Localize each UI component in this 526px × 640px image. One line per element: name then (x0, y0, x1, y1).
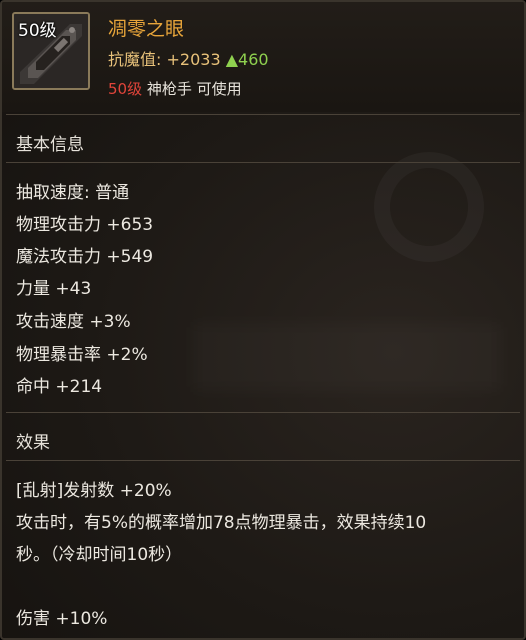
background-blur-decoration (192, 322, 502, 392)
effects-title: 效果 (16, 433, 50, 453)
effects-divider (6, 460, 520, 461)
required-level: 50级 (108, 80, 143, 98)
magic-resist-line: 抗魔值: +2033 ▲460 (108, 46, 269, 70)
effect-line-crit-proc: 攻击时，有5%的概率增加78点物理暴击，效果持续10 (16, 513, 427, 533)
basic-info-title: 基本信息 (16, 135, 84, 155)
attribute-accuracy: 命中 +214 (16, 377, 103, 397)
requirement-line: 50级 神枪手 可使用 (108, 78, 242, 99)
effect-line-crit-proc-cont: 秒。（冷却时间10秒） (16, 545, 183, 565)
attribute-physical-attack: 物理攻击力 +653 (16, 215, 154, 235)
attribute-physical-crit: 物理暴击率 +2% (16, 345, 148, 365)
attribute-attack-speed: 攻击速度 +3% (16, 312, 131, 332)
effect-line-damage: 伤害 +10% (16, 609, 108, 629)
magic-resist-value: +2033 (166, 50, 221, 69)
magic-resist-increase: ▲460 (225, 50, 269, 69)
effects-top-divider (6, 412, 520, 413)
effect-line-scatter: [乱射]发射数 +20% (16, 481, 172, 501)
attribute-strength: 力量 +43 (16, 279, 92, 299)
header-divider (6, 114, 520, 115)
attribute-magic-attack: 魔法攻击力 +549 (16, 247, 154, 267)
background-ring-decoration (374, 152, 484, 262)
basic-info-divider (6, 162, 520, 163)
tooltip-header: 50级 凋零之眼 抗魔值: +2033 ▲460 50级 神枪手 可使用 (2, 2, 524, 112)
item-name: 凋零之眼 (108, 18, 185, 40)
class-requirement: 神枪手 可使用 (146, 80, 242, 98)
attribute-draw-speed: 抽取速度: 普通 (16, 183, 130, 203)
item-level-badge: 50级 (18, 21, 57, 41)
item-icon-slot[interactable]: 50级 (12, 12, 90, 90)
magic-resist-label: 抗魔值: (108, 50, 162, 69)
item-tooltip: 50级 凋零之眼 抗魔值: +2033 ▲460 50级 神枪手 可使用 基本信… (0, 0, 526, 640)
